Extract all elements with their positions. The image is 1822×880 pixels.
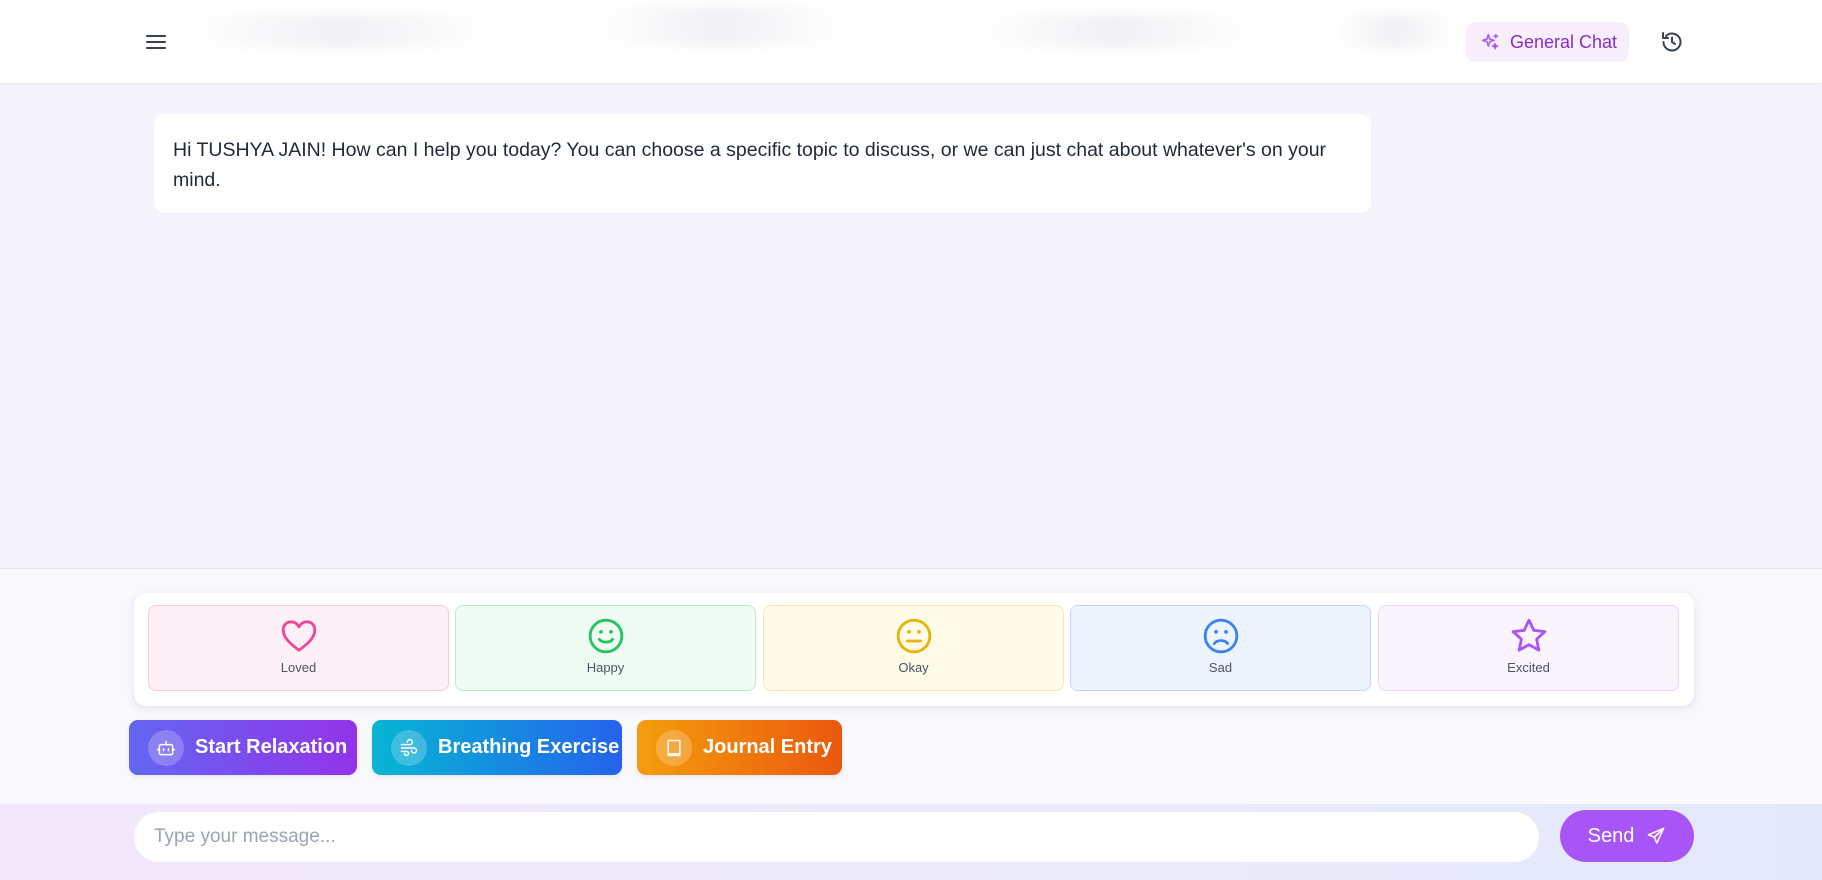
robot-icon bbox=[156, 740, 176, 755]
action-label: Start Relaxation bbox=[195, 736, 348, 758]
wind-icon bbox=[400, 738, 418, 756]
blurred-background bbox=[1330, 14, 1460, 48]
blurred-background bbox=[590, 6, 850, 46]
heart-icon bbox=[281, 620, 316, 652]
mood-sad-button[interactable]: Sad bbox=[1070, 605, 1371, 691]
mood-label: Sad bbox=[1208, 660, 1233, 675]
chat-mode-label: General Chat bbox=[1510, 31, 1618, 52]
journal-entry-button[interactable]: Journal Entry bbox=[637, 720, 842, 775]
sparkles-icon bbox=[1481, 33, 1499, 50]
message-input[interactable] bbox=[134, 812, 1539, 862]
mood-happy-button[interactable]: Happy bbox=[455, 605, 756, 691]
meh-icon bbox=[896, 618, 931, 654]
action-label: Breathing Exercise bbox=[438, 736, 620, 758]
mood-selector: Loved Happy Okay Sad Excited bbox=[134, 593, 1694, 706]
send-button[interactable]: Send bbox=[1560, 810, 1694, 862]
mood-excited-button[interactable]: Excited bbox=[1378, 605, 1679, 691]
frown-icon bbox=[1203, 618, 1238, 654]
send-label: Send bbox=[1587, 824, 1635, 847]
history-clock-icon bbox=[1662, 32, 1682, 52]
mood-label: Okay bbox=[898, 660, 929, 675]
chat-mode-button[interactable]: General Chat bbox=[1466, 22, 1629, 62]
breathing-exercise-button[interactable]: Breathing Exercise bbox=[372, 720, 622, 775]
message-composer: Send bbox=[0, 804, 1822, 880]
mood-label: Loved bbox=[280, 660, 317, 675]
mood-label: Happy bbox=[586, 660, 625, 675]
top-header: General Chat bbox=[0, 0, 1822, 84]
action-label: Journal Entry bbox=[703, 736, 832, 758]
quick-actions-panel: Loved Happy Okay Sad Excited Start Relax… bbox=[0, 568, 1822, 804]
blurred-background bbox=[180, 14, 500, 48]
smile-icon bbox=[588, 618, 623, 654]
star-icon bbox=[1511, 618, 1546, 652]
menu-button[interactable] bbox=[142, 28, 170, 56]
blurred-background bbox=[970, 14, 1260, 48]
chat-messages-area: Hi TUSHYA JAIN! How can I help you today… bbox=[0, 85, 1822, 568]
mood-okay-button[interactable]: Okay bbox=[763, 605, 1064, 691]
chat-page: General Chat Hi TUSHYA JAIN! How can I h… bbox=[0, 0, 1822, 880]
mood-label: Excited bbox=[1507, 660, 1550, 675]
mood-loved-button[interactable]: Loved bbox=[148, 605, 449, 691]
history-button[interactable] bbox=[1657, 27, 1687, 57]
start-relaxation-button[interactable]: Start Relaxation bbox=[129, 720, 357, 775]
assistant-message: Hi TUSHYA JAIN! How can I help you today… bbox=[154, 114, 1371, 213]
paper-plane-icon bbox=[1648, 827, 1665, 844]
book-icon bbox=[667, 739, 681, 756]
hamburger-menu-icon bbox=[146, 35, 166, 49]
